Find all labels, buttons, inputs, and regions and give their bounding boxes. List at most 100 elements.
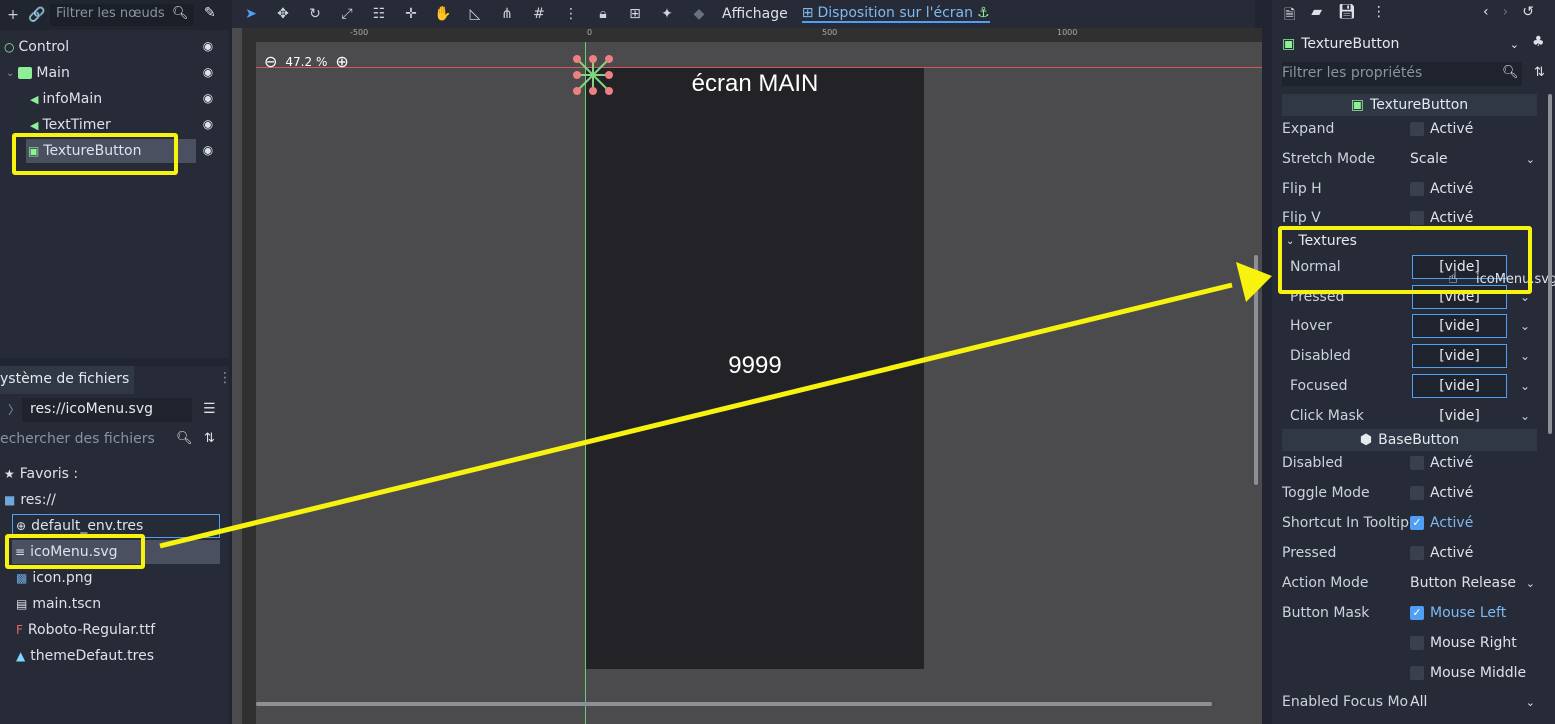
save-icon[interactable]: 💾︎ (1338, 4, 1356, 28)
zoom-out-icon[interactable]: ⊖ (264, 52, 277, 71)
sort-icon[interactable]: ⇅ (204, 431, 215, 446)
checkbox-box[interactable] (1410, 122, 1424, 136)
file-search-input[interactable]: echercher des fichiers (0, 428, 196, 452)
checkbox-box[interactable] (1410, 666, 1424, 680)
action-mode-select[interactable]: Button Release ⌄ (1410, 575, 1535, 591)
back-icon[interactable]: ‹ (1483, 4, 1489, 20)
visibility-eye-icon[interactable]: ◉ (200, 91, 216, 105)
file-item-roboto[interactable]: F Roboto-Regular.ttf (16, 618, 155, 642)
list-select-icon[interactable]: ☷ (370, 6, 388, 22)
prop-checkbox[interactable]: Activé (1410, 121, 1473, 137)
new-resource-icon[interactable]: 🗎 (1284, 4, 1295, 28)
zoom-in-icon[interactable]: ⊕ (335, 52, 348, 71)
texture-hover-slot[interactable]: [vide] (1412, 314, 1507, 338)
grid-snap-icon[interactable]: # (530, 6, 548, 22)
stretch-mode-select[interactable]: Scale ⌄ (1410, 151, 1535, 167)
chevron-down-icon[interactable]: ⌄ (1520, 319, 1530, 333)
texture-focused-slot[interactable]: [vide] (1412, 374, 1507, 398)
chevron-down-icon: ⌄ (1525, 695, 1535, 709)
prop-checkbox[interactable]: ✓ Mouse Left (1410, 605, 1506, 621)
res-folder-item[interactable]: ■ res:// (4, 488, 56, 512)
select-tool-icon[interactable]: ➤ (242, 6, 260, 22)
prop-checkbox[interactable]: Activé (1410, 545, 1473, 561)
favorites-item[interactable]: ★ Favoris : (4, 462, 78, 486)
prop-checkbox[interactable]: Activé (1410, 455, 1473, 471)
checkbox-box[interactable] (1410, 636, 1424, 650)
visibility-eye-icon[interactable]: ◉ (200, 39, 216, 53)
theme-drop-icon: ▲ (16, 649, 26, 663)
rotate-tool-icon[interactable]: ↻ (306, 6, 324, 22)
file-item-icon-png[interactable]: ▩ icon.png (16, 566, 92, 590)
filesystem-tab[interactable]: ystème de fichiers (0, 366, 134, 394)
prop-checkbox[interactable]: Mouse Right (1410, 635, 1517, 651)
property-filter-input[interactable]: Filtrer les propriétés (1282, 62, 1522, 86)
prop-checkbox[interactable]: Activé (1410, 181, 1473, 197)
move-tool-icon[interactable]: ✥ (274, 6, 292, 22)
script-icon[interactable]: ✎ (204, 5, 216, 21)
horizontal-scrollbar[interactable] (256, 702, 1212, 706)
lock-icon[interactable]: 🔒︎ (594, 6, 612, 22)
checkbox-box[interactable] (1410, 486, 1424, 500)
forward-icon[interactable]: › (1503, 4, 1509, 20)
group-icon[interactable]: ⊞ (626, 6, 644, 22)
chevron-down-icon[interactable]: ⌄ (1520, 349, 1530, 363)
split-view-icon[interactable]: ☰ (203, 401, 216, 417)
ruler-left[interactable] (242, 42, 256, 724)
texture-click-mask-slot[interactable]: [vide] (1412, 404, 1507, 428)
inspector-node-selector[interactable]: ▣ TextureButton ⌄ (1282, 32, 1547, 56)
texture-disabled-slot[interactable]: [vide] (1412, 344, 1507, 368)
visibility-eye-icon[interactable]: ◉ (200, 117, 216, 131)
focus-mode-select[interactable]: All ⌄ (1410, 694, 1535, 710)
zoom-level[interactable]: 47.2 % (285, 55, 327, 69)
visibility-eye-icon[interactable]: ◉ (200, 143, 216, 157)
pan-hand-icon[interactable]: ✋ (434, 6, 452, 22)
selection-handles[interactable] (572, 54, 614, 96)
vertical-scrollbar[interactable] (1254, 255, 1258, 485)
more-options-icon[interactable]: ⋮ (1372, 4, 1386, 28)
checkbox-box[interactable] (1410, 546, 1424, 560)
section-texturebutton[interactable]: ▣ TextureButton (1282, 94, 1537, 116)
scale-tool-icon[interactable]: ⤢ (338, 6, 356, 22)
checkbox-box[interactable] (1410, 182, 1424, 196)
tree-item-infomain[interactable]: ◀ infoMain (30, 87, 102, 111)
node-tools-icon[interactable]: ♣ (1532, 34, 1545, 50)
bone-icon[interactable]: ✦ (658, 6, 676, 22)
checkbox-checked[interactable]: ✓ (1410, 606, 1424, 620)
anchor-icon[interactable]: ⚓︎ (977, 5, 990, 21)
file-item-main-tscn[interactable]: ▤ main.tscn (16, 592, 101, 616)
visibility-eye-icon[interactable]: ◉ (200, 65, 216, 79)
link-icon[interactable]: 🔗 (28, 7, 46, 23)
chevron-right-icon[interactable]: 〉 (8, 401, 20, 418)
chevron-down-icon[interactable]: ⌄ (1520, 409, 1530, 423)
filesystem-path-field[interactable]: res://icoMenu.svg (22, 398, 192, 422)
open-folder-icon[interactable]: ▰ (1311, 4, 1322, 28)
chevron-down-icon[interactable]: ⌄ (6, 68, 14, 79)
camera-icon[interactable]: ◆ (690, 6, 708, 22)
chevron-down-icon[interactable]: ⌄ (1520, 379, 1530, 393)
dock-menu-icon[interactable]: ⋮ (218, 370, 232, 386)
prop-mouse-right: Mouse Right (1282, 628, 1547, 658)
tree-item-main[interactable]: ⌄ Main (6, 61, 70, 85)
affichage-menu[interactable]: Affichage (722, 6, 788, 22)
checkbox-box[interactable] (1410, 456, 1424, 470)
more-options-icon[interactable]: ⋮ (562, 6, 580, 22)
ruler-icon[interactable]: ◺ (466, 6, 484, 22)
checkbox-checked[interactable]: ✓ (1410, 516, 1424, 530)
prop-checkbox[interactable]: Activé (1410, 210, 1473, 226)
tree-item-control[interactable]: ○ Control (4, 35, 69, 59)
ruler-top[interactable]: -500 0 500 1000 (242, 28, 1262, 42)
layout-menu[interactable]: ⊞ Disposition sur l'écran ⚓︎ (801, 5, 990, 23)
prop-checkbox[interactable]: Activé (1410, 485, 1473, 501)
pivot-icon[interactable]: ✛ (402, 6, 420, 22)
file-item-theme[interactable]: ▲ themeDefaut.tres (16, 644, 154, 668)
prop-checkbox[interactable]: Mouse Middle (1410, 665, 1526, 681)
checkbox-box[interactable] (1410, 211, 1424, 225)
inspector-scrollbar[interactable] (1548, 94, 1552, 434)
add-node-icon[interactable]: + (4, 7, 22, 23)
tree-item-label: infoMain (42, 91, 103, 107)
prop-checkbox[interactable]: ✓ Activé (1410, 515, 1473, 531)
history-icon[interactable]: ↺ (1522, 4, 1534, 20)
chevron-down-icon[interactable]: ⌄ (1510, 38, 1519, 51)
sort-icon[interactable]: ⇅ (1534, 65, 1545, 80)
snap-icon[interactable]: ⋔ (498, 6, 516, 22)
